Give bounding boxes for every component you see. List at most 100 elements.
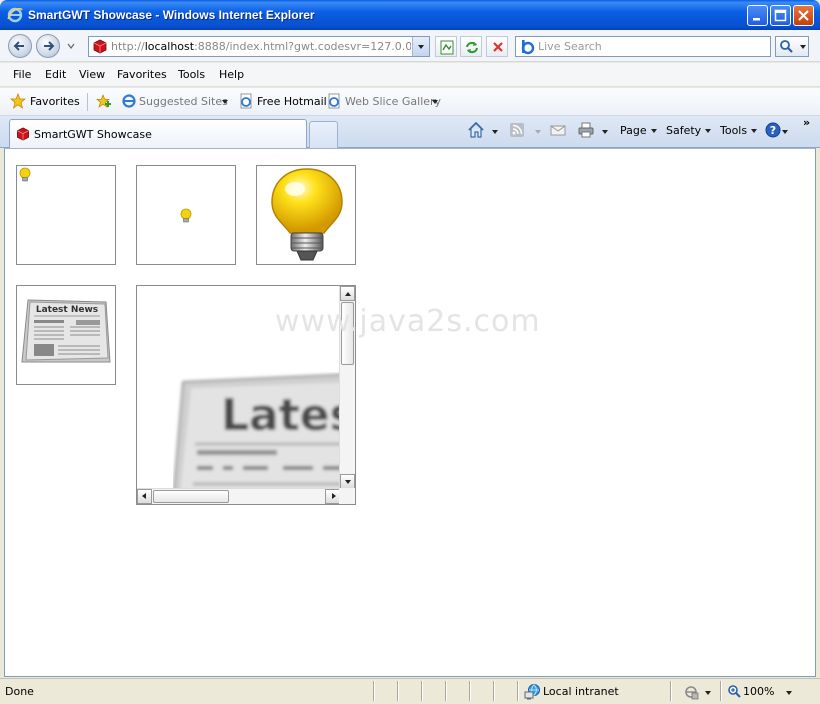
- search-input[interactable]: Live Search: [515, 36, 771, 57]
- compatibility-view-button[interactable]: [435, 36, 457, 57]
- scroll-right-button[interactable]: [325, 489, 340, 504]
- menu-file[interactable]: File: [13, 68, 31, 81]
- help-icon[interactable]: ?: [764, 121, 782, 139]
- maximize-button[interactable]: [770, 5, 791, 26]
- chevron-right-icon: [332, 493, 336, 499]
- chevron-down-icon[interactable]: [782, 130, 788, 134]
- scroll-left-button[interactable]: [137, 489, 152, 504]
- stop-button[interactable]: [486, 36, 508, 57]
- lightbulb-icon: [19, 167, 31, 182]
- chevron-down-icon: [650, 129, 657, 133]
- print-icon[interactable]: [577, 121, 595, 139]
- chevron-down-icon[interactable]: [602, 130, 608, 134]
- news-enlarged-text: Lates: [221, 390, 353, 441]
- history-dropdown-icon[interactable]: [66, 41, 76, 51]
- svg-text:?: ?: [770, 124, 776, 137]
- chevron-down-icon[interactable]: [222, 100, 228, 104]
- newspaper-enlarged-image: Lates: [173, 372, 353, 502]
- tools-menu-button[interactable]: Tools: [720, 124, 758, 137]
- forward-button[interactable]: [36, 34, 60, 58]
- security-zone-label[interactable]: Local intranet: [543, 685, 619, 698]
- arrow-right-icon: [44, 41, 55, 51]
- chevron-down-icon: [535, 130, 541, 134]
- menu-bar: File Edit View Favorites Tools Help: [0, 63, 820, 87]
- favorites-button[interactable]: Favorites: [30, 95, 80, 108]
- zoom-icon[interactable]: [727, 684, 741, 698]
- feeds-icon[interactable]: [508, 121, 526, 139]
- protected-mode-icon[interactable]: [683, 684, 699, 700]
- chevron-down-icon: [705, 129, 712, 133]
- zoom-level[interactable]: 100%: [743, 685, 774, 698]
- address-toolbar: http://localhost:8888/index.html?gwt.cod…: [0, 30, 820, 62]
- search-placeholder: Live Search: [538, 40, 602, 53]
- stop-icon: [493, 42, 503, 52]
- status-divider: [670, 681, 671, 701]
- favorites-bar: Favorites Suggested Sites Free Hotmail W…: [0, 88, 820, 116]
- address-field[interactable]: http://localhost:8888/index.html?gwt.cod…: [88, 36, 430, 57]
- live-search-icon: [521, 40, 535, 55]
- lightbulb-icon: [271, 168, 343, 261]
- menu-help[interactable]: Help: [219, 68, 244, 81]
- arrow-left-icon: [13, 41, 24, 51]
- free-hotmail-link[interactable]: Free Hotmail: [257, 95, 327, 108]
- url-text: http://localhost:8888/index.html?gwt.cod…: [111, 40, 411, 53]
- scroll-up-button[interactable]: [340, 286, 355, 301]
- ie-page-icon: [328, 93, 340, 109]
- image-box-small-center: [136, 165, 236, 265]
- home-icon[interactable]: [467, 121, 485, 139]
- chevron-down-icon[interactable]: [492, 130, 498, 134]
- status-divider: [469, 681, 470, 701]
- news-title-text: Latest News: [36, 305, 98, 315]
- status-text: Done: [5, 685, 34, 698]
- chevron-down-icon[interactable]: [432, 100, 438, 104]
- horizontal-scroll-thumb[interactable]: [153, 490, 229, 503]
- menu-edit[interactable]: Edit: [45, 68, 66, 81]
- chevron-down-icon: [418, 45, 424, 49]
- search-button[interactable]: [775, 36, 809, 57]
- scroll-down-button[interactable]: [340, 474, 355, 489]
- scrollbar-corner: [339, 488, 355, 504]
- tab-label: SmartGWT Showcase: [34, 128, 152, 141]
- new-tab-button[interactable]: [309, 121, 338, 148]
- chevron-down-icon: [751, 129, 758, 133]
- chevron-down-icon[interactable]: [800, 45, 806, 49]
- refresh-button[interactable]: [460, 36, 482, 57]
- chevron-down-icon[interactable]: [786, 691, 792, 695]
- compatibility-view-icon: [440, 40, 454, 55]
- menu-view[interactable]: View: [79, 68, 105, 81]
- image-box-news-thumbnail: Latest News: [16, 285, 116, 385]
- chevron-down-icon[interactable]: [705, 691, 711, 695]
- window-title: SmartGWT Showcase - Windows Internet Exp…: [28, 8, 315, 22]
- minimize-button[interactable]: [747, 5, 768, 26]
- command-overflow-button[interactable]: »: [803, 116, 810, 129]
- newspaper-icon: Latest News: [21, 299, 111, 363]
- menu-favorites[interactable]: Favorites: [117, 68, 167, 81]
- ie-page-icon: [240, 93, 252, 109]
- status-divider: [421, 681, 422, 701]
- watermark-text: www.java2s.com: [275, 304, 541, 339]
- horizontal-scrollbar[interactable]: [137, 488, 340, 504]
- web-slice-gallery-link[interactable]: Web Slice Gallery: [345, 95, 441, 108]
- search-icon: [780, 40, 793, 53]
- close-icon: [798, 10, 809, 21]
- title-bar: SmartGWT Showcase - Windows Internet Exp…: [0, 0, 820, 30]
- local-intranet-icon: [524, 684, 540, 700]
- gwt-favicon-icon: [93, 39, 107, 54]
- safety-menu-button[interactable]: Safety: [666, 124, 712, 137]
- close-window-button[interactable]: [793, 5, 814, 26]
- chevron-up-icon: [345, 292, 351, 296]
- address-dropdown[interactable]: [412, 37, 429, 56]
- status-divider: [493, 681, 494, 701]
- add-to-favorites-bar-icon[interactable]: [95, 93, 111, 109]
- gwt-favicon-icon: [17, 127, 29, 141]
- page-menu-button[interactable]: Page: [620, 124, 657, 137]
- back-button[interactable]: [8, 34, 32, 58]
- chevron-left-icon: [142, 493, 146, 499]
- suggested-sites-link[interactable]: Suggested Sites: [139, 95, 228, 108]
- status-bar: Done Local intranet 100%: [0, 678, 820, 704]
- status-divider: [373, 681, 374, 701]
- tab-smartgwt-showcase[interactable]: SmartGWT Showcase: [9, 119, 307, 148]
- chevron-down-icon: [345, 480, 351, 484]
- read-mail-icon[interactable]: [549, 121, 567, 139]
- menu-tools[interactable]: Tools: [178, 68, 205, 81]
